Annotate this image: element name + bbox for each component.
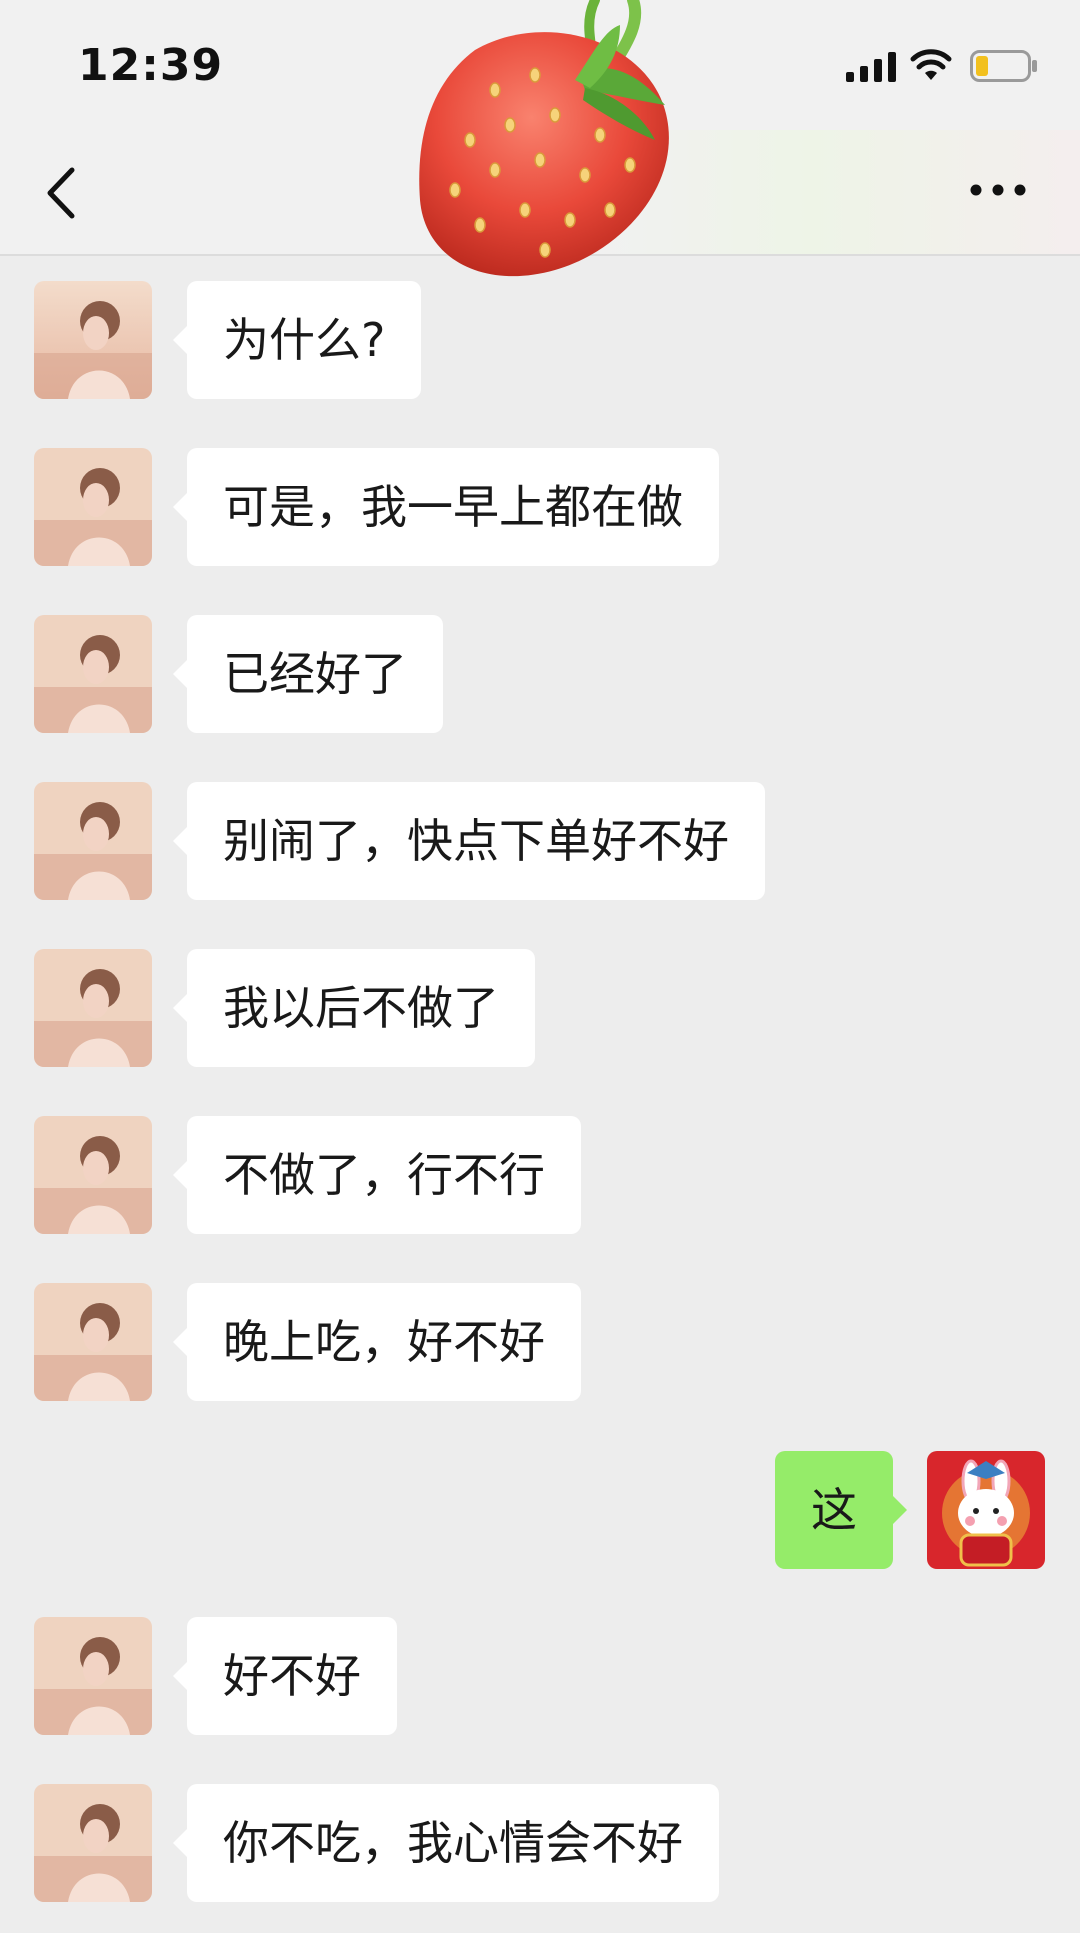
message-bubble[interactable]: 别闹了，快点下单好不好 [173, 782, 765, 900]
contact-avatar[interactable] [34, 281, 152, 399]
contact-avatar[interactable] [34, 782, 152, 900]
message-bubble[interactable]: 不做了，行不行 [173, 1116, 581, 1234]
message-bubble[interactable]: 为什么? [172, 281, 422, 399]
message-row: 好不好 [0, 1617, 1080, 1735]
contact-avatar[interactable] [34, 1116, 152, 1234]
message-row: 已经好了 [0, 615, 1080, 733]
message-bubble-sent[interactable]: 这 [775, 1451, 907, 1569]
contact-avatar[interactable] [34, 1283, 152, 1401]
chevron-left-icon[interactable] [38, 158, 88, 228]
message-row: 可是，我一早上都在做 [0, 448, 1080, 566]
message-row: 我以后不做了 [0, 949, 1080, 1067]
message-row: 你不吃，我心情会不好 [0, 1784, 1080, 1902]
message-bubble[interactable]: 已经好了 [173, 615, 443, 733]
contact-avatar[interactable] [34, 615, 152, 733]
more-dots-icon[interactable] [968, 170, 1028, 210]
contact-avatar[interactable] [34, 1617, 152, 1735]
battery-icon [970, 50, 1037, 82]
message-row: 为什么? [0, 281, 1080, 399]
contact-avatar[interactable] [34, 448, 152, 566]
message-row: 不做了，行不行 [0, 1116, 1080, 1234]
contact-avatar[interactable] [34, 949, 152, 1067]
wifi-icon [910, 49, 952, 80]
message-bubble[interactable]: 好不好 [173, 1617, 397, 1735]
message-bubble[interactable]: 可是，我一早上都在做 [173, 448, 719, 566]
strawberry-sticker [419, 0, 669, 277]
message-bubble[interactable]: 你不吃，我心情会不好 [173, 1784, 719, 1902]
message-bubble[interactable]: 晚上吃，好不好 [173, 1283, 581, 1401]
message-row: 别闹了，快点下单好不好 [0, 782, 1080, 900]
status-time: 12:39 [78, 40, 224, 91]
signal-icon [846, 52, 896, 82]
contact-avatar[interactable] [34, 1784, 152, 1902]
user-avatar[interactable] [927, 1451, 1045, 1569]
message-bubble[interactable]: 我以后不做了 [173, 949, 535, 1067]
message-row: 晚上吃，好不好 [0, 1283, 1080, 1401]
message-row: 这 [0, 1451, 1080, 1569]
